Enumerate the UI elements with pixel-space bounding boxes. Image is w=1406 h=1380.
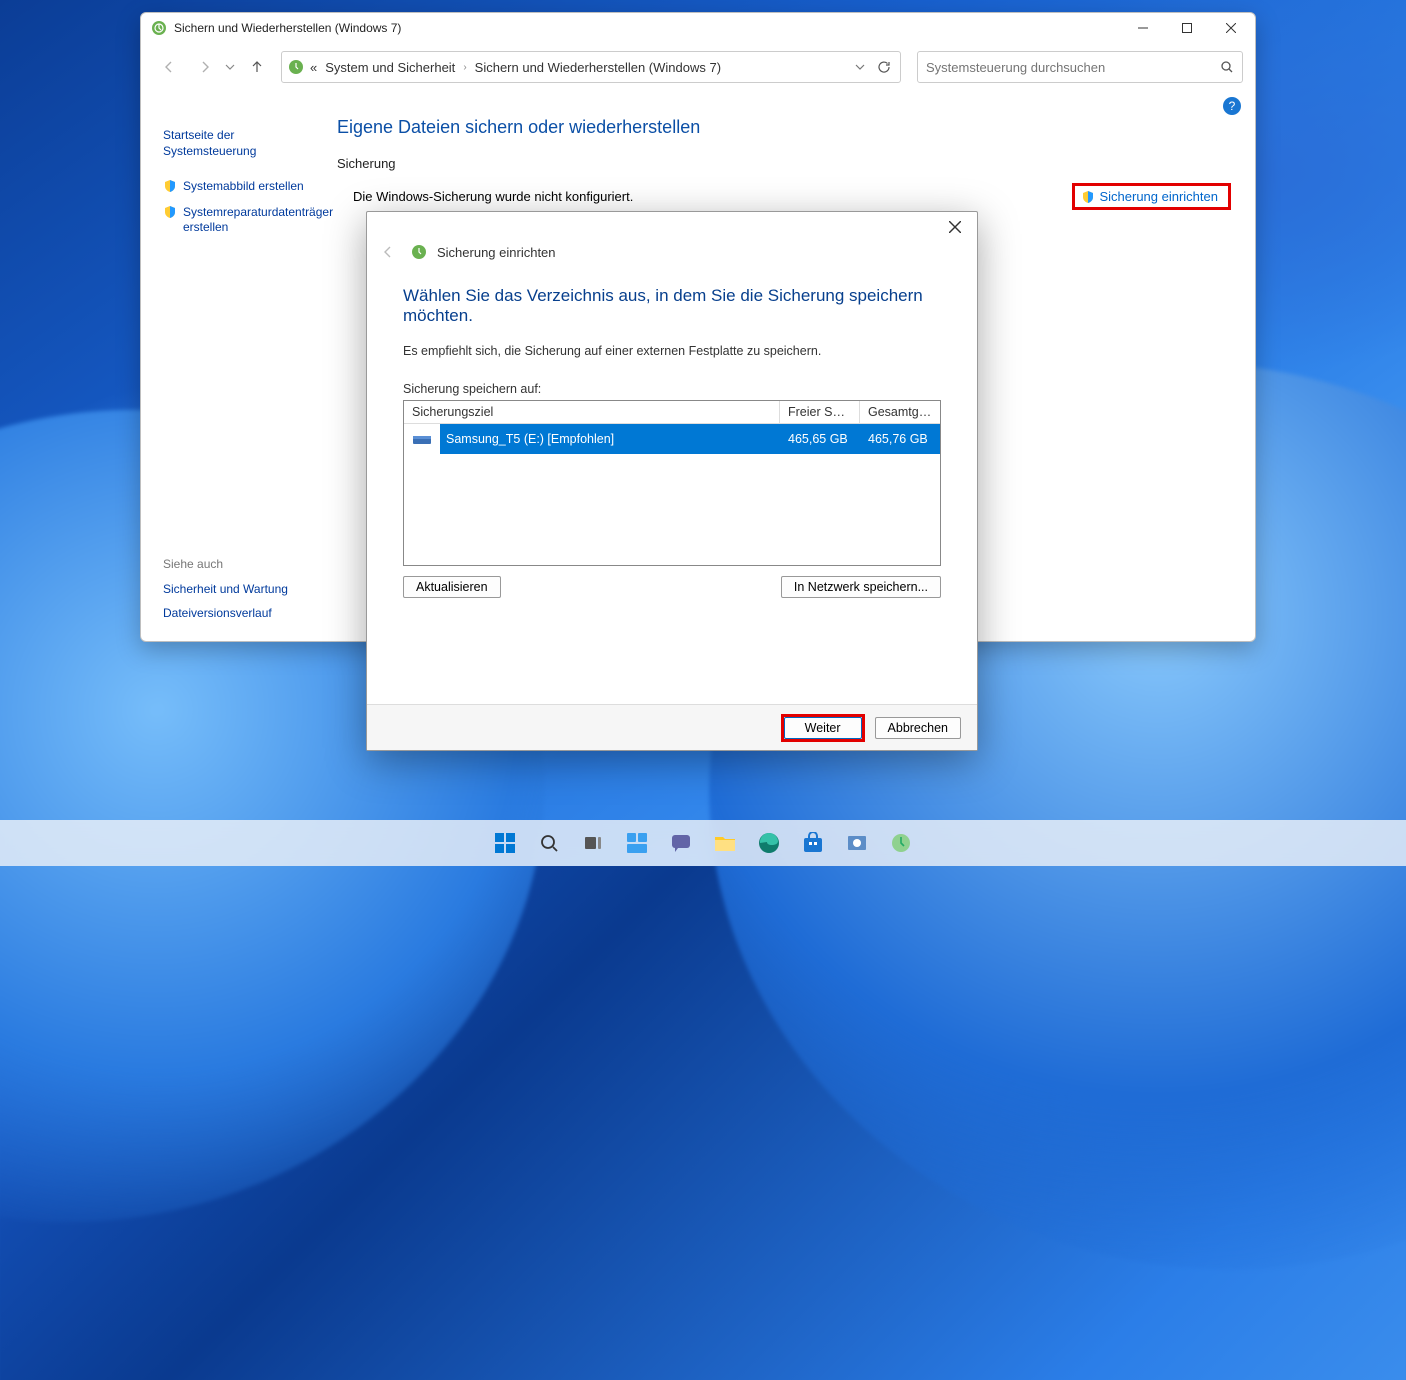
chat-icon[interactable] (662, 824, 700, 862)
drive-icon (412, 432, 432, 446)
history-dropdown-icon[interactable] (225, 62, 237, 72)
cancel-button[interactable]: Abbrechen (875, 717, 961, 739)
setup-backup-link[interactable]: Sicherung einrichten (1072, 183, 1231, 210)
breadcrumb-parent[interactable]: System und Sicherheit (325, 60, 455, 75)
sidebar: Startseite der Systemsteuerung Systemabb… (141, 115, 337, 633)
dialog-description: Es empfiehlt sich, die Sicherung auf ein… (403, 344, 941, 358)
taskbar-app-2-icon[interactable] (882, 824, 920, 862)
titlebar: Sichern und Wiederherstellen (Windows 7) (141, 13, 1255, 43)
breadcrumb[interactable]: « System und Sicherheit › Sichern und Wi… (281, 51, 901, 83)
maximize-button[interactable] (1165, 13, 1209, 43)
navigation-bar: « System und Sicherheit › Sichern und Wi… (141, 43, 1255, 91)
widgets-icon[interactable] (618, 824, 656, 862)
drives-table: Sicherungsziel Freier Spei... Gesamtgrö.… (403, 400, 941, 566)
page-heading: Eigene Dateien sichern oder wiederherste… (337, 117, 1231, 138)
column-free-space[interactable]: Freier Spei... (780, 401, 860, 423)
dialog-heading: Wählen Sie das Verzeichnis aus, in dem S… (403, 286, 941, 326)
backup-app-icon (411, 244, 427, 260)
store-icon[interactable] (794, 824, 832, 862)
sidebar-see-also-heading: Siehe auch (163, 551, 323, 577)
drives-table-label: Sicherung speichern auf: (403, 382, 941, 396)
help-icon[interactable]: ? (1223, 97, 1241, 115)
explorer-icon[interactable] (706, 824, 744, 862)
start-button[interactable] (486, 824, 524, 862)
back-button[interactable] (153, 51, 185, 83)
column-target[interactable]: Sicherungsziel (404, 401, 780, 423)
breadcrumb-current[interactable]: Sichern und Wiederherstellen (Windows 7) (475, 60, 721, 75)
backup-app-icon (151, 20, 167, 36)
sidebar-file-history[interactable]: Dateiversionsverlauf (163, 601, 323, 625)
drive-row[interactable]: Samsung_T5 (E:) [Empfohlen] 465,65 GB 46… (404, 424, 940, 454)
refresh-drives-button[interactable]: Aktualisieren (403, 576, 501, 598)
breadcrumb-root-sep: « (310, 60, 317, 75)
drive-total-size: 465,76 GB (860, 432, 940, 446)
sidebar-create-repair-disc[interactable]: Systemreparaturdatenträger erstellen (163, 200, 323, 241)
backup-status-text: Die Windows-Sicherung wurde nicht konfig… (353, 189, 633, 204)
refresh-button[interactable] (874, 60, 894, 74)
sidebar-create-image[interactable]: Systemabbild erstellen (163, 174, 323, 200)
setup-backup-dialog: Sicherung einrichten Wählen Sie das Verz… (366, 211, 978, 751)
taskbar-search-icon[interactable] (530, 824, 568, 862)
sidebar-security-maintenance[interactable]: Sicherheit und Wartung (163, 577, 323, 601)
close-button[interactable] (1209, 13, 1253, 43)
next-button[interactable]: Weiter (784, 717, 862, 739)
up-button[interactable] (241, 51, 273, 83)
dialog-title: Sicherung einrichten (437, 245, 556, 260)
chevron-right-icon: › (463, 62, 466, 73)
minimize-button[interactable] (1121, 13, 1165, 43)
forward-button[interactable] (189, 51, 221, 83)
taskbar (0, 820, 1406, 866)
save-network-button[interactable]: In Netzwerk speichern... (781, 576, 941, 598)
edge-icon[interactable] (750, 824, 788, 862)
dialog-back-button[interactable] (381, 245, 401, 259)
backup-app-icon (288, 59, 304, 75)
shield-icon (1081, 190, 1095, 204)
column-total-size[interactable]: Gesamtgrö... (860, 401, 940, 423)
dialog-close-button[interactable] (939, 215, 971, 239)
search-input[interactable] (926, 60, 1220, 75)
drive-name: Samsung_T5 (E:) [Empfohlen] (440, 432, 780, 446)
sidebar-cp-home[interactable]: Startseite der Systemsteuerung (163, 123, 323, 164)
drive-free-space: 465,65 GB (780, 432, 860, 446)
shield-icon (163, 179, 177, 193)
breadcrumb-dropdown-icon[interactable] (850, 62, 870, 72)
search-icon[interactable] (1220, 60, 1234, 74)
taskbar-app-1-icon[interactable] (838, 824, 876, 862)
search-box[interactable] (917, 51, 1243, 83)
task-view-icon[interactable] (574, 824, 612, 862)
shield-icon (163, 205, 177, 219)
section-sicherung-label: Sicherung (337, 156, 1231, 171)
window-title: Sichern und Wiederherstellen (Windows 7) (174, 21, 401, 35)
